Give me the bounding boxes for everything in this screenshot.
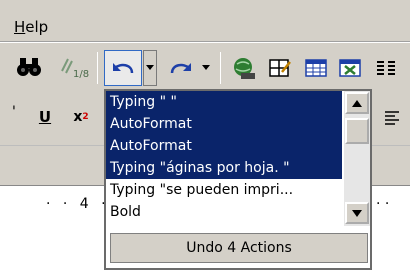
undo-dropdown-arrow[interactable] [143, 50, 157, 86]
binoculars-icon [17, 58, 41, 76]
undo-list-item[interactable]: Typing "se pueden impri... [106, 179, 342, 201]
underline-button[interactable]: U [32, 104, 58, 130]
scroll-down-arrow-icon [352, 209, 362, 217]
table-pencil-icon [269, 59, 291, 77]
chevron-down-icon [146, 65, 154, 70]
menu-help-label: elp [25, 18, 49, 36]
scroll-down-button[interactable] [345, 202, 369, 224]
superscript-label: x [73, 109, 83, 125]
underline-label: U [38, 108, 52, 126]
undo-count-footer[interactable]: Undo 4 Actions [110, 233, 368, 263]
insert-excel-worksheet-button[interactable] [334, 52, 366, 84]
menu-bar [0, 12, 410, 42]
globe-link-icon [234, 58, 255, 79]
undo-list-item[interactable]: Bold [106, 201, 342, 223]
show-hide-marks-button[interactable]: 1/8 [56, 52, 92, 84]
redo-dropdown-arrow[interactable] [199, 52, 213, 84]
scroll-up-button[interactable] [345, 92, 369, 114]
tables-borders-button[interactable] [264, 52, 296, 84]
align-button[interactable] [378, 104, 406, 130]
find-button[interactable] [14, 50, 44, 84]
undo-button[interactable] [104, 50, 142, 86]
scroll-up-arrow-icon [352, 99, 362, 107]
undo-history-list: Typing " " AutoFormat AutoFormat Typing "ág… [106, 91, 342, 226]
svg-text:1/8: 1/8 [73, 69, 89, 80]
columns-icon [377, 61, 395, 75]
undo-list-item[interactable]: Typing " " [106, 91, 342, 113]
align-lines-icon [385, 111, 399, 125]
ruler-marks-right: · · [376, 196, 390, 212]
insert-table-button[interactable] [300, 52, 332, 84]
toolbar-separator [220, 52, 221, 84]
table-icon [305, 59, 327, 77]
undo-list-item[interactable]: AutoFormat [106, 135, 342, 157]
menu-help-mnemonic: H [14, 18, 26, 36]
toolbar-overflow-mark: ' [12, 104, 16, 120]
menu-help[interactable]: Help [14, 18, 48, 36]
undo-list-item[interactable]: Typing "áginas por hoja. " [106, 157, 342, 179]
format-marks-icon: 1/8 [61, 58, 89, 80]
superscript-button[interactable]: x2 [66, 104, 96, 130]
chevron-down-icon [202, 65, 210, 70]
redo-button[interactable] [164, 52, 198, 84]
window-top-strip [0, 0, 410, 12]
undo-list-item[interactable]: AutoFormat [106, 113, 342, 135]
redo-arrow-icon [170, 63, 191, 74]
insert-hyperlink-button[interactable] [228, 52, 260, 84]
toolbar-separator [97, 52, 98, 84]
columns-button[interactable] [370, 52, 402, 84]
excel-sheet-icon [339, 59, 361, 77]
superscript-mark: 2 [82, 112, 89, 122]
undo-arrow-icon [113, 63, 134, 74]
scroll-thumb[interactable] [345, 118, 369, 144]
